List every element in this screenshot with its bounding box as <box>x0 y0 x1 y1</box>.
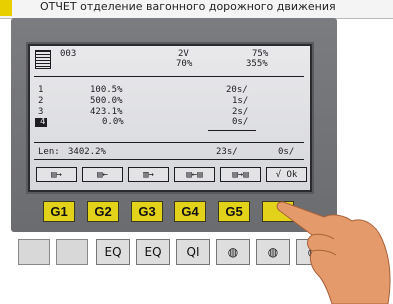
top-yellow-mark <box>0 0 12 16</box>
softkey-icon-1: ▤→ <box>36 167 77 182</box>
g3-button[interactable]: G3 <box>131 201 163 222</box>
row4-pct: 0.0% <box>102 117 124 127</box>
bottom-key-hose-1[interactable]: ◍ <box>216 239 250 265</box>
len-value: 3402.2% <box>68 147 106 157</box>
bottom-key-eq-2[interactable]: EQ <box>136 239 170 265</box>
footer-divider <box>34 142 304 143</box>
row2-count: 1s/ <box>232 96 249 106</box>
row1-index: 1 <box>38 85 44 95</box>
softkey-divider <box>34 159 304 160</box>
softkey-icon-3: ▥→ <box>128 167 169 182</box>
top-strip: ОТЧЕТ отделение вагонного дорожного движ… <box>0 0 393 19</box>
lcd-display: 003 2V 70% 75% 355% 1 100.5% 20s/ 2 500.… <box>28 44 312 192</box>
row4-index: 4 <box>40 117 46 127</box>
header-right-bot: 355% <box>246 59 268 69</box>
sum-underline <box>208 130 256 131</box>
softkey-icon-5: ▤→▤ <box>220 167 261 182</box>
g5-button[interactable]: G5 <box>218 201 250 222</box>
file-icon <box>35 50 51 69</box>
top-strip-text: ОТЧЕТ отделение вагонного дорожного движ… <box>40 0 336 13</box>
row1-count: 20s/ <box>226 85 248 95</box>
g1-button[interactable]: G1 <box>43 201 75 222</box>
g2-button[interactable]: G2 <box>87 201 119 222</box>
footer-total: 23s/ <box>216 147 238 157</box>
footer-zero: 0s/ <box>278 147 295 157</box>
g4-button[interactable]: G4 <box>174 201 206 222</box>
row2-index: 2 <box>38 96 44 106</box>
bottom-key-eq-1[interactable]: EQ <box>96 239 130 265</box>
softkey-icon-4: ▤←▤ <box>174 167 215 182</box>
len-label: Len: <box>38 147 60 157</box>
bottom-key-blank-2[interactable] <box>56 239 88 265</box>
softkey-icon-ok: √ Ok <box>266 167 307 182</box>
softkey-icon-2: ▤← <box>82 167 123 182</box>
bottom-key-blank-1[interactable] <box>18 239 50 265</box>
row1-pct: 100.5% <box>90 85 123 95</box>
header-divider <box>34 76 304 77</box>
header-id: 003 <box>60 49 77 59</box>
header-mid-bot: 70% <box>176 59 193 69</box>
row2-pct: 500.0% <box>90 96 123 106</box>
bottom-key-qi[interactable]: QI <box>176 239 210 265</box>
pointing-hand-icon <box>276 201 391 304</box>
row4-count: 0s/ <box>232 117 249 127</box>
